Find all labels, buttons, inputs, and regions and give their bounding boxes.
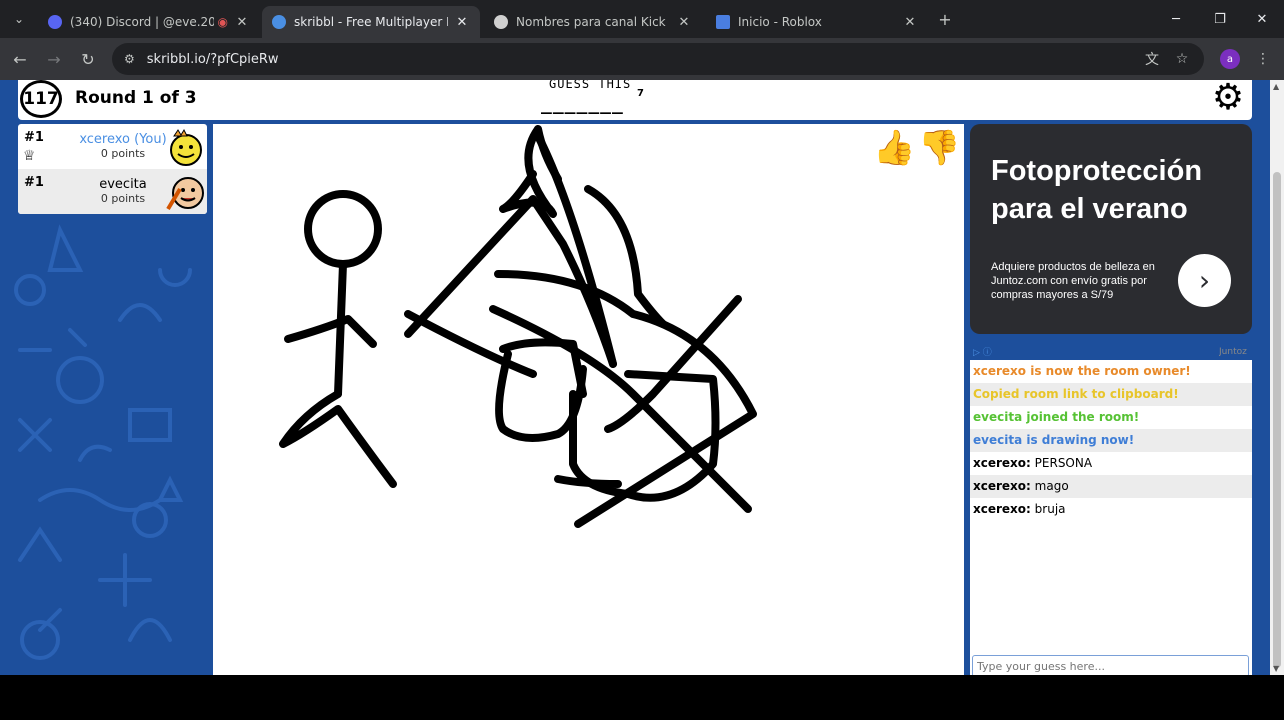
guess-label: GUESS THIS <box>549 80 632 91</box>
close-window-button[interactable]: ✕ <box>1240 0 1284 38</box>
browser-toolbar: ← → ↻ ⚙ skribbl.io/?pfCpieRw 文 ☆ <box>0 38 1284 80</box>
discord-favicon-icon <box>48 15 62 29</box>
close-tab-icon[interactable]: ✕ <box>454 15 470 30</box>
guess-input[interactable] <box>972 655 1249 675</box>
close-tab-icon[interactable]: ✕ <box>676 15 692 30</box>
player-avatar <box>166 177 204 211</box>
chat-message: Copied room link to clipboard! <box>970 383 1252 406</box>
site-info-icon[interactable]: ⚙ <box>124 52 135 66</box>
player-avatar <box>170 128 202 166</box>
thumbs-down-icon[interactable]: 👎 <box>918 128 960 168</box>
player-rank: #1 <box>24 130 44 145</box>
chat-text: PERSONA <box>1030 456 1093 470</box>
tab-skribbl[interactable]: skribbl - Free Multiplayer Drawi ✕ <box>262 6 480 38</box>
chat-user: xcerexo: <box>973 479 1031 493</box>
tab-search-icon[interactable]: ⌄ <box>8 8 30 30</box>
back-button[interactable]: ← <box>8 47 32 71</box>
ad-arrow-icon[interactable]: › <box>1178 254 1231 307</box>
openai-favicon-icon <box>494 15 508 29</box>
chat-text: mago <box>1030 479 1069 493</box>
word-length: 7 <box>637 88 644 99</box>
minimize-button[interactable]: ─ <box>1154 0 1198 38</box>
recording-icon: ◉ <box>217 15 228 29</box>
chat-user: xcerexo: <box>973 456 1031 470</box>
timer-clock: 117 <box>20 80 62 118</box>
ad-body: Adquiere productos de belleza en Juntoz.… <box>991 261 1155 301</box>
player-points: 0 points <box>100 147 146 160</box>
profile-avatar[interactable]: a <box>1220 49 1240 69</box>
player-name: evecita <box>99 177 147 192</box>
player-points: 0 points <box>100 192 146 205</box>
chat-message: xcerexo: mago <box>970 475 1252 498</box>
advertisement[interactable]: Fotoprotección para el verano Adquiere p… <box>970 124 1252 334</box>
translate-icon[interactable]: 文 <box>1141 48 1163 70</box>
menu-icon[interactable]: ⋮ <box>1252 48 1274 70</box>
game-header: 117 Round 1 of 3 GUESS THIS _______ 7 ⚙ <box>18 80 1252 120</box>
player-rank: #1 <box>24 175 44 190</box>
ad-title: Fotoprotección para el verano <box>991 155 1203 225</box>
tab-title: (340) Discord | @eve.20Y <box>70 15 214 29</box>
close-tab-icon[interactable]: ✕ <box>234 15 250 30</box>
chat-message: evecita is drawing now! <box>970 429 1252 452</box>
tab-title: Nombres para canal Kick <box>516 15 666 29</box>
player-list: #1 ♕ xcerexo (You) 0 points #1 evecita 0… <box>18 124 207 214</box>
word-blanks: _______ <box>541 94 624 115</box>
ad-info-icon[interactable]: ▷ ⓘ <box>973 345 992 358</box>
tab-title: skribbl - Free Multiplayer Drawi <box>294 15 448 29</box>
player-row[interactable]: #1 ♕ xcerexo (You) 0 points <box>18 124 207 169</box>
scroll-up-icon[interactable]: ▲ <box>1273 82 1279 91</box>
reload-button[interactable]: ↻ <box>76 47 100 71</box>
tab-title: Inicio - Roblox <box>738 15 822 29</box>
scrollbar-thumb[interactable] <box>1273 172 1281 668</box>
roblox-favicon-icon <box>716 15 730 29</box>
close-tab-icon[interactable]: ✕ <box>902 15 918 30</box>
scroll-down-icon[interactable]: ▼ <box>1273 664 1279 673</box>
chat-panel: xcerexo is now the room owner! Copied ro… <box>970 360 1252 675</box>
drawing <box>279 125 757 528</box>
skribbl-favicon-icon <box>272 15 286 29</box>
tab-kick[interactable]: Nombres para canal Kick ✕ <box>484 6 702 38</box>
chat-message: evecita joined the room! <box>973 410 1140 424</box>
url-text: skribbl.io/?pfCpieRw <box>146 51 279 67</box>
address-bar[interactable]: ⚙ skribbl.io/?pfCpieRw <box>112 43 1204 75</box>
thumbs-up-icon[interactable]: 👍 <box>873 128 915 168</box>
chat-message: xcerexo: PERSONA <box>970 452 1252 475</box>
skribbl-page: 117 Round 1 of 3 GUESS THIS _______ 7 ⚙ … <box>0 80 1270 675</box>
maximize-button[interactable]: ❐ <box>1198 0 1242 38</box>
chat-message: xcerexo: bruja <box>970 498 1252 521</box>
tab-strip: ⌄ (340) Discord | @eve.20Y ◉ ✕ skribbl -… <box>0 0 1284 38</box>
player-name: xcerexo (You) <box>79 132 167 147</box>
new-tab-button[interactable]: + <box>934 8 956 30</box>
tab-roblox[interactable]: Inicio - Roblox ✕ <box>706 6 928 38</box>
chat-message: xcerexo is now the room owner! <box>973 364 1191 378</box>
player-row[interactable]: #1 evecita 0 points <box>18 169 207 214</box>
settings-gear-icon[interactable]: ⚙ <box>1208 80 1248 118</box>
round-indicator: Round 1 of 3 <box>75 88 197 108</box>
chat-text: bruja <box>1030 502 1066 516</box>
owner-crown-icon: ♕ <box>23 148 36 164</box>
tab-discord[interactable]: (340) Discord | @eve.20Y ◉ ✕ <box>38 6 260 38</box>
drawing-canvas[interactable] <box>213 124 964 675</box>
ad-source: Juntoz <box>1219 347 1247 357</box>
chat-user: xcerexo: <box>973 502 1031 516</box>
bookmark-star-icon[interactable]: ☆ <box>1171 48 1193 70</box>
forward-button[interactable]: → <box>42 47 66 71</box>
